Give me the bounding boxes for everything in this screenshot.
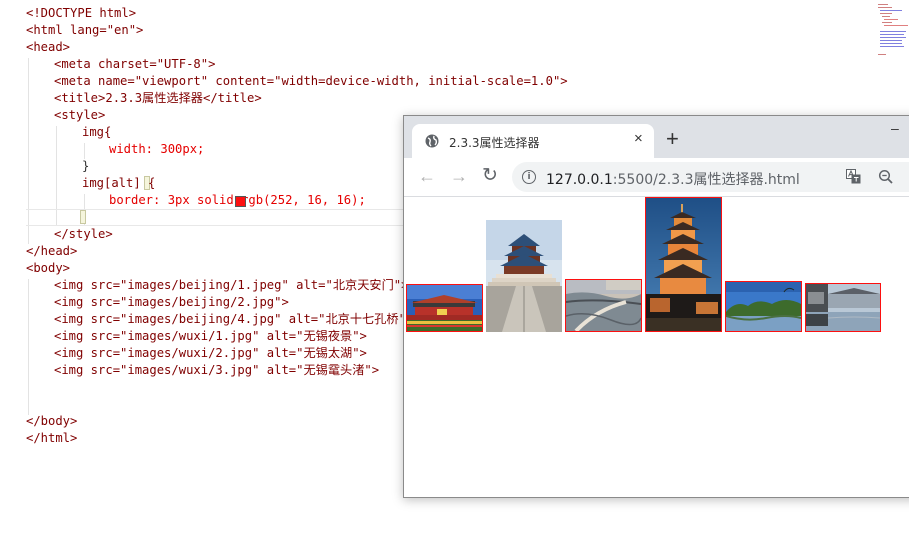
url-host: 127.0.0.1 xyxy=(546,172,613,188)
code-line[interactable]: <head> xyxy=(26,39,70,56)
tab-title: 2.3.3属性选择器 xyxy=(449,136,540,150)
page-viewport xyxy=(404,197,909,497)
minimize-button[interactable]: – xyxy=(891,120,899,136)
code-text: <meta name="viewport" content="width=dev… xyxy=(54,74,568,88)
code-text: width: 300px; xyxy=(109,142,205,156)
forward-button[interactable]: → xyxy=(450,166,468,186)
yuantouzhu-image xyxy=(806,284,880,331)
code-line[interactable]: img{ xyxy=(82,124,111,141)
info-icon[interactable]: i xyxy=(522,170,536,184)
code-line[interactable]: <style> xyxy=(54,107,105,124)
wuxi-1-photo[interactable] xyxy=(645,197,722,332)
code-text: <title>2.3.3属性选择器</title> xyxy=(54,91,262,105)
code-text: </head> xyxy=(26,244,78,258)
code-text: <img src="images/wuxi/3.jpg" alt="无锡鼋头渚"… xyxy=(54,363,380,377)
browser-window[interactable]: 2.3.3属性选择器 × + – ← → ↻ i 127.0.0.1:5500/… xyxy=(403,115,909,498)
code-line[interactable]: border: 3px solid rgb(252, 16, 16); xyxy=(109,192,366,209)
tiananmen-image xyxy=(407,285,482,331)
wuxi-2-photo[interactable] xyxy=(725,281,802,332)
beijing-2-photo[interactable] xyxy=(486,220,562,332)
code-line[interactable]: width: 300px; xyxy=(109,141,204,158)
code-text: <img src="images/beijing/2.jpg"> xyxy=(54,295,289,309)
code-line[interactable]: </style> xyxy=(54,226,113,243)
zoom-icon[interactable] xyxy=(878,169,894,185)
code-line[interactable]: <meta charset="UTF-8"> xyxy=(54,56,215,73)
code-text: img[alt] { xyxy=(82,176,156,190)
address-bar[interactable]: i 127.0.0.1:5500/2.3.3属性选择器.html xyxy=(512,162,909,192)
new-tab-button[interactable]: + xyxy=(666,128,679,150)
code-text: <head> xyxy=(26,40,71,54)
code-text: <meta charset="UTF-8"> xyxy=(54,57,216,71)
code-text: } xyxy=(82,159,90,173)
wuxi-night-pagoda-image xyxy=(646,198,721,331)
code-line[interactable]: <title>2.3.3属性选择器</title> xyxy=(54,90,262,107)
code-text: img{ xyxy=(82,125,112,139)
seventeen-arch-bridge-image xyxy=(566,280,641,331)
browser-toolbar: ← → ↻ i 127.0.0.1:5500/2.3.3属性选择器.html xyxy=(404,158,909,197)
code-line[interactable]: </html> xyxy=(26,430,77,447)
minimap[interactable] xyxy=(876,2,909,58)
reload-button[interactable]: ↻ xyxy=(482,166,498,186)
code-text: <style> xyxy=(54,108,106,122)
code-line[interactable]: <img src="images/wuxi/2.jpg" alt="无锡太湖"> xyxy=(54,345,367,362)
beijing-1-photo[interactable] xyxy=(406,284,483,332)
code-line[interactable]: <img src="images/beijing/1.jpeg" alt="北京… xyxy=(54,277,408,294)
close-icon[interactable]: × xyxy=(634,131,643,147)
code-text: <img src="images/wuxi/1.jpg" alt="无锡夜景"> xyxy=(54,329,367,343)
bracket-match-highlight xyxy=(80,210,86,224)
tab-active[interactable]: 2.3.3属性选择器 × xyxy=(412,124,654,158)
code-line[interactable]: <img src="images/beijing/4.jpg" alt="北京十… xyxy=(54,311,413,328)
url-text: 127.0.0.1:5500/2.3.3属性选择器.html xyxy=(546,169,800,189)
code-line[interactable]: } xyxy=(82,158,89,175)
wuxi-3-photo[interactable] xyxy=(805,283,881,332)
code-line[interactable]: <html lang="en"> xyxy=(26,22,143,39)
code-line[interactable]: <!DOCTYPE html> xyxy=(26,5,136,22)
code-text: <img src="images/beijing/4.jpg" alt="北京十… xyxy=(54,312,414,326)
code-text: </style> xyxy=(54,227,113,241)
code-text: </html> xyxy=(26,431,78,445)
taihu-lake-image xyxy=(726,282,801,331)
translate-icon[interactable] xyxy=(846,169,861,184)
temple-of-heaven-image xyxy=(486,220,562,332)
code-line[interactable]: <body> xyxy=(26,260,70,277)
code-line[interactable]: img[alt] { xyxy=(82,175,155,192)
tab-strip: 2.3.3属性选择器 × + – xyxy=(404,116,909,158)
color-swatch[interactable] xyxy=(235,196,246,207)
globe-icon xyxy=(425,134,439,148)
code-text: <body> xyxy=(26,261,71,275)
code-line[interactable]: </body> xyxy=(26,413,77,430)
code-line[interactable]: <img src="images/wuxi/3.jpg" alt="无锡鼋头渚"… xyxy=(54,362,379,379)
code-text: <html lang="en"> xyxy=(26,23,144,37)
code-text: <img src="images/wuxi/2.jpg" alt="无锡太湖"> xyxy=(54,346,367,360)
code-line[interactable]: <img src="images/wuxi/1.jpg" alt="无锡夜景"> xyxy=(54,328,367,345)
indent-guide xyxy=(28,279,29,415)
code-line[interactable]: <meta name="viewport" content="width=dev… xyxy=(54,73,568,90)
back-button[interactable]: ← xyxy=(418,166,436,186)
code-text: </body> xyxy=(26,414,78,428)
url-path: :5500/2.3.3属性选择器.html xyxy=(612,172,800,188)
code-line[interactable]: </head> xyxy=(26,243,77,260)
code-line[interactable]: <img src="images/beijing/2.jpg"> xyxy=(54,294,289,311)
beijing-4-photo[interactable] xyxy=(565,279,642,332)
code-text: <!DOCTYPE html> xyxy=(26,6,137,20)
indent-guide xyxy=(84,143,85,159)
code-text: <img src="images/beijing/1.jpeg" alt="北京… xyxy=(54,278,409,292)
